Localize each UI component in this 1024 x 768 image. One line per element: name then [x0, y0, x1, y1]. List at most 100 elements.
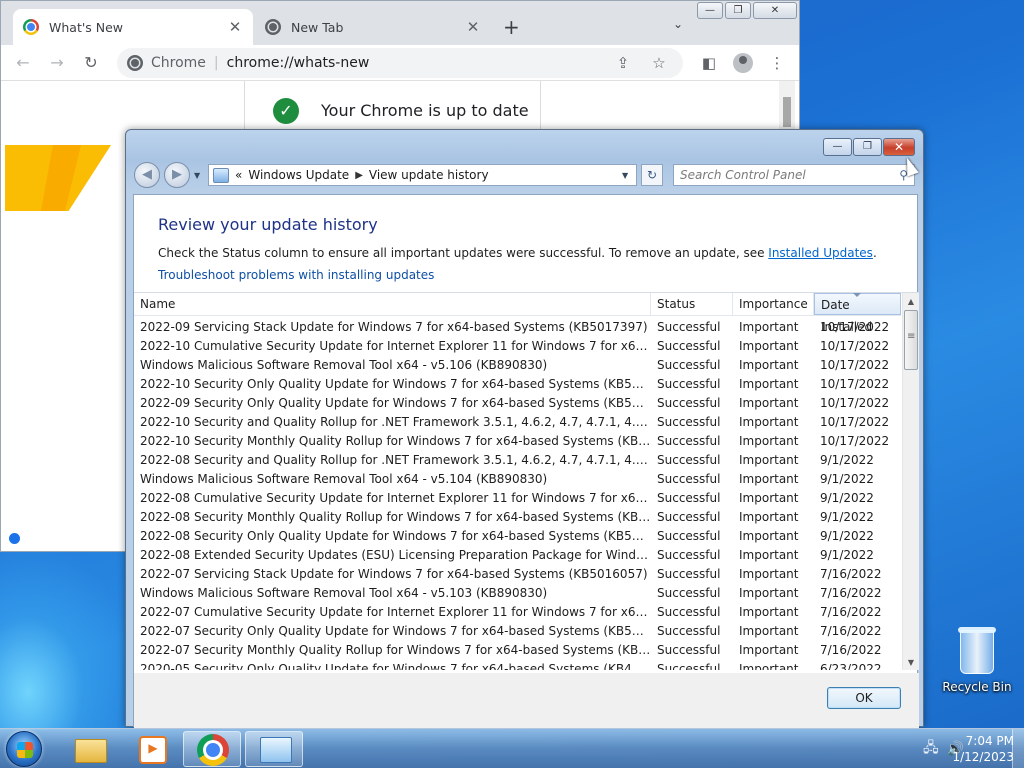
scroll-down-arrow-icon[interactable]: ▼: [903, 654, 919, 670]
row-status: Successful: [657, 357, 721, 372]
row-importance: Important: [739, 566, 799, 581]
row-importance: Important: [739, 376, 799, 391]
troubleshoot-link[interactable]: Troubleshoot problems with installing up…: [158, 268, 893, 282]
maximize-button[interactable]: ❐: [853, 138, 882, 156]
decorative-shape: [5, 145, 111, 211]
address-dropdown-icon[interactable]: ▼: [622, 171, 632, 180]
breadcrumb-overflow-icon[interactable]: «: [235, 168, 242, 182]
reload-icon[interactable]: ↻: [77, 53, 105, 72]
address-bar[interactable]: Chrome | chrome://whats-new ⇪ ☆: [117, 47, 683, 78]
start-button[interactable]: [6, 731, 42, 767]
table-row[interactable]: 2022-07 Servicing Stack Update for Windo…: [134, 564, 901, 583]
row-status: Successful: [657, 452, 721, 467]
taskbar-chrome-icon[interactable]: [183, 731, 241, 767]
table-row[interactable]: 2022-08 Extended Security Updates (ESU) …: [134, 545, 901, 564]
minimize-button[interactable]: —: [697, 2, 723, 19]
table-row[interactable]: 2022-07 Security Monthly Quality Rollup …: [134, 640, 901, 659]
taskbar-explorer-icon[interactable]: [60, 731, 118, 767]
address-bar[interactable]: « Windows Update ▶ View update history ▼: [208, 164, 637, 186]
tab-search-chevron-icon[interactable]: ⌄: [673, 17, 683, 31]
table-scrollbar[interactable]: ▲ ▼: [902, 293, 919, 670]
back-arrow-icon[interactable]: ←: [9, 53, 37, 72]
table-row[interactable]: Windows Malicious Software Removal Tool …: [134, 583, 901, 602]
row-status: Successful: [657, 547, 721, 562]
table-row[interactable]: 2022-10 Security and Quality Rollup for …: [134, 412, 901, 431]
close-tab-icon[interactable]: ✕: [465, 18, 481, 36]
bookmark-star-icon[interactable]: ☆: [645, 54, 673, 72]
table-row[interactable]: 2022-08 Cumulative Security Update for I…: [134, 488, 901, 507]
search-input[interactable]: [680, 168, 900, 182]
site-label: Chrome: [151, 54, 206, 71]
close-button[interactable]: ✕: [883, 138, 915, 156]
window-controls: — ❐ ✕: [823, 138, 915, 156]
share-icon[interactable]: ⇪: [609, 54, 637, 72]
forward-button[interactable]: ▶: [164, 162, 190, 188]
installed-updates-link[interactable]: Installed Updates: [768, 246, 873, 260]
table-row[interactable]: Windows Malicious Software Removal Tool …: [134, 355, 901, 374]
scroll-up-arrow-icon[interactable]: ▲: [903, 293, 919, 310]
row-date: 7/16/2022: [820, 566, 882, 581]
navigation-bar: ◀ ▶ ▼ « Windows Update ▶ View update his…: [134, 162, 915, 188]
forward-arrow-icon[interactable]: →: [43, 53, 71, 72]
taskbar-clock[interactable]: 7:04 PM 1/12/2023: [928, 733, 1014, 765]
maximize-button[interactable]: ❐: [725, 2, 751, 19]
breadcrumb-view-history[interactable]: View update history: [369, 168, 489, 182]
table-row[interactable]: Windows Malicious Software Removal Tool …: [134, 469, 901, 488]
row-name: 2022-07 Servicing Stack Update for Windo…: [140, 566, 648, 581]
chrome-logo-icon: [265, 19, 281, 35]
row-importance: Important: [739, 642, 799, 657]
recycle-bin-icon: [958, 627, 996, 674]
page-scrollbar[interactable]: [779, 81, 795, 129]
table-row[interactable]: 2022-08 Security Only Quality Update for…: [134, 526, 901, 545]
tab-label: What's New: [49, 19, 124, 35]
search-control-panel[interactable]: ⚲: [673, 164, 915, 186]
row-importance: Important: [739, 471, 799, 486]
more-menu-icon[interactable]: ⋮: [763, 54, 791, 72]
table-row[interactable]: 2022-10 Security Only Quality Update for…: [134, 374, 901, 393]
table-row[interactable]: 2020-05 Security Only Quality Update for…: [134, 659, 901, 671]
table-row[interactable]: 2022-07 Cumulative Security Update for I…: [134, 602, 901, 621]
show-desktop-button[interactable]: [1012, 729, 1024, 768]
tab-whats-new[interactable]: What's New ✕: [13, 9, 253, 45]
side-panel-icon[interactable]: ◧: [695, 54, 723, 72]
profile-avatar-icon[interactable]: [733, 52, 753, 73]
row-status: Successful: [657, 471, 721, 486]
row-date: 10/17/2022: [820, 414, 890, 429]
column-header-importance[interactable]: Importance: [733, 293, 814, 315]
row-name: 2022-10 Security Monthly Quality Rollup …: [140, 433, 651, 448]
row-date: 7/16/2022: [820, 585, 882, 600]
minimize-button[interactable]: —: [823, 138, 852, 156]
tab-new-tab[interactable]: New Tab ✕: [255, 9, 491, 45]
table-row[interactable]: 2022-09 Security Only Quality Update for…: [134, 393, 901, 412]
taskbar: 🖧 🔊 7:04 PM 1/12/2023: [0, 728, 1024, 768]
new-tab-button[interactable]: +: [503, 15, 520, 39]
close-tab-icon[interactable]: ✕: [227, 18, 243, 36]
table-row[interactable]: 2022-08 Security Monthly Quality Rollup …: [134, 507, 901, 526]
back-button[interactable]: ◀: [134, 162, 160, 188]
table-row[interactable]: 2022-10 Cumulative Security Update for I…: [134, 336, 901, 355]
column-header-status[interactable]: Status: [651, 293, 733, 315]
scrollbar-thumb[interactable]: [904, 310, 918, 370]
table-body: 2022-09 Servicing Stack Update for Windo…: [134, 317, 901, 671]
taskbar-control-panel-icon[interactable]: [245, 731, 303, 767]
ok-button[interactable]: OK: [827, 687, 901, 709]
table-row[interactable]: 2022-09 Servicing Stack Update for Windo…: [134, 317, 901, 336]
close-button[interactable]: ✕: [753, 2, 797, 19]
table-row[interactable]: 2022-08 Security and Quality Rollup for …: [134, 450, 901, 469]
refresh-icon[interactable]: ↻: [641, 164, 663, 186]
recent-pages-dropdown-icon[interactable]: ▼: [194, 171, 204, 180]
breadcrumb-windows-update[interactable]: Windows Update: [248, 168, 349, 182]
table-header: Name Status Importance Date Installed: [134, 293, 901, 334]
row-name: 2022-10 Security and Quality Rollup for …: [140, 414, 651, 429]
row-status: Successful: [657, 338, 721, 353]
control-panel-icon: [213, 167, 229, 183]
table-row[interactable]: 2022-07 Security Only Quality Update for…: [134, 621, 901, 640]
recycle-bin-desktop-icon[interactable]: Recycle Bin: [940, 627, 1014, 694]
row-name: 2022-07 Cumulative Security Update for I…: [140, 604, 651, 619]
column-header-date-installed[interactable]: Date Installed: [814, 293, 901, 334]
taskbar-media-player-icon[interactable]: [121, 731, 179, 767]
table-row[interactable]: 2022-10 Security Monthly Quality Rollup …: [134, 431, 901, 450]
row-date: 10/17/2022: [820, 319, 890, 334]
column-header-name[interactable]: Name: [134, 293, 651, 315]
breadcrumb-arrow-icon[interactable]: ▶: [355, 170, 363, 181]
